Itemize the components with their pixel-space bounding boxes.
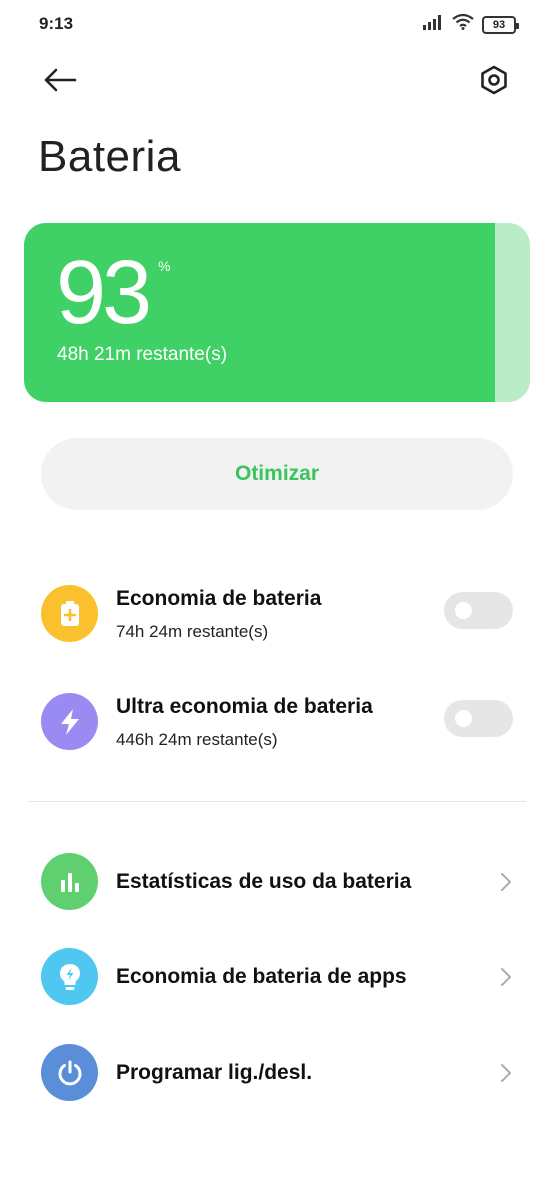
- schedule-power-title: Programar lig./desl.: [116, 1061, 313, 1084]
- ultra-battery-saver-remaining: 446h 24m restante(s): [116, 730, 278, 749]
- signal-icon: [422, 14, 444, 35]
- lightbulb-bolt-icon: [41, 948, 98, 1005]
- chevron-right-icon: [496, 870, 516, 894]
- battery-remaining-time: 48h 21m restante(s): [57, 344, 228, 365]
- divider: [28, 801, 526, 802]
- battery-saver-title: Economia de bateria: [116, 587, 322, 610]
- battery-percent: 93: [56, 243, 152, 343]
- power-icon: [41, 1044, 98, 1101]
- chevron-right-icon: [496, 965, 516, 989]
- bar-chart-icon: [41, 853, 98, 910]
- app-battery-saver-row[interactable]: Economia de bateria de apps: [0, 943, 554, 1013]
- battery-saver-row[interactable]: Economia de bateria 74h 24m restante(s): [0, 577, 554, 657]
- optimize-button[interactable]: Otimizar: [41, 438, 513, 510]
- ultra-battery-saver-row[interactable]: Ultra economia de bateria 446h 24m resta…: [0, 685, 554, 765]
- ultra-battery-saver-toggle[interactable]: [444, 700, 513, 737]
- wifi-icon: [452, 13, 474, 35]
- settings-hexagon-icon: [479, 65, 509, 100]
- toggle-knob: [455, 710, 472, 727]
- settings-button[interactable]: [474, 62, 514, 102]
- arrow-left-icon: [43, 68, 77, 97]
- battery-saver-toggle[interactable]: [444, 592, 513, 629]
- battery-usage-stats-row[interactable]: Estatísticas de uso da bateria: [0, 848, 554, 918]
- battery-usage-stats-title: Estatísticas de uso da bateria: [116, 870, 412, 893]
- battery-plus-icon: [41, 585, 98, 642]
- chevron-right-icon: [496, 1061, 516, 1085]
- status-bar: 9:13 93: [0, 0, 554, 50]
- toggle-knob: [455, 602, 472, 619]
- ultra-battery-saver-title: Ultra economia de bateria: [116, 695, 373, 718]
- battery-percent-sign: %: [158, 258, 171, 274]
- battery-saver-remaining: 74h 24m restante(s): [116, 622, 269, 641]
- back-button[interactable]: [40, 62, 80, 102]
- status-icons: 93: [422, 13, 519, 35]
- status-time: 9:13: [39, 14, 74, 33]
- page-title: Bateria: [38, 132, 181, 181]
- app-battery-saver-title: Economia de bateria de apps: [116, 965, 407, 988]
- battery-icon: 93: [482, 15, 519, 34]
- lightning-icon: [41, 693, 98, 750]
- schedule-power-row[interactable]: Programar lig./desl.: [0, 1039, 554, 1109]
